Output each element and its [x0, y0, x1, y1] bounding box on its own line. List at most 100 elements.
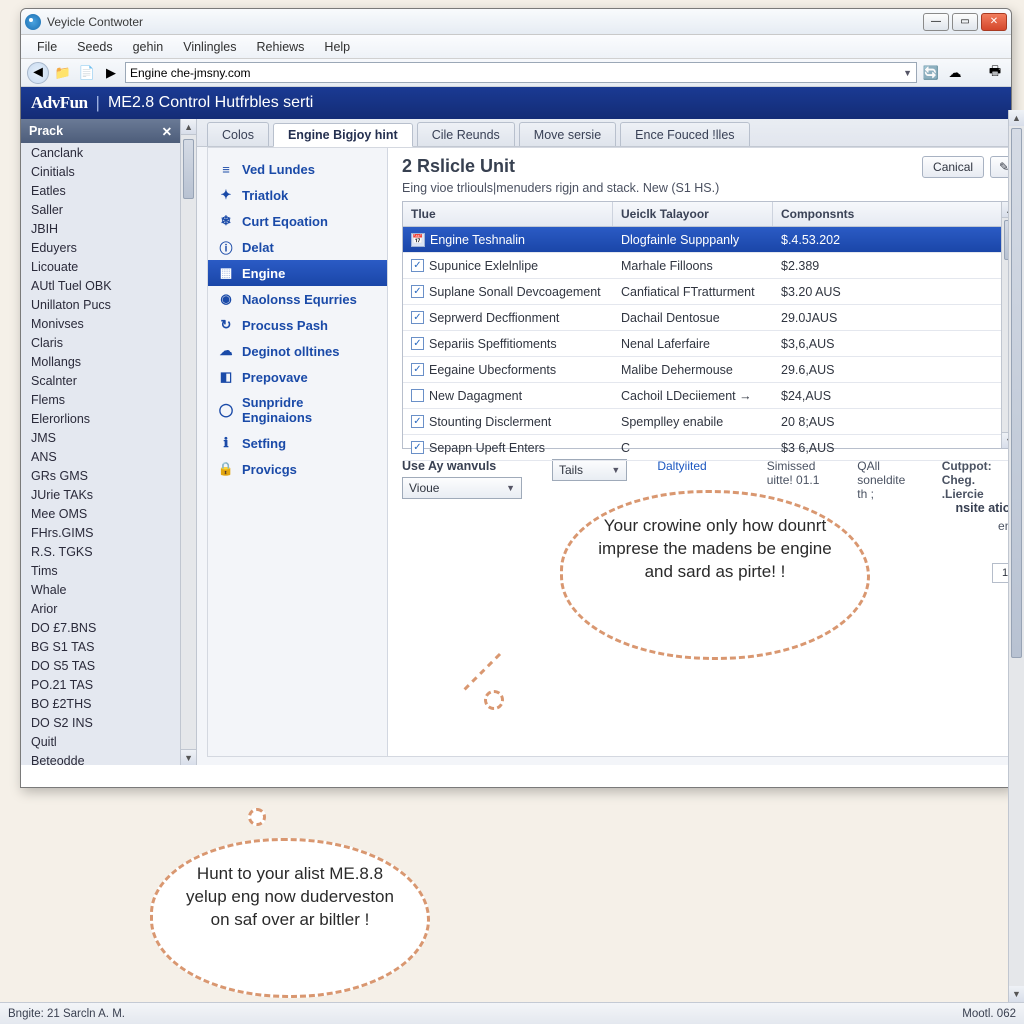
tab-cile[interactable]: Cile Reunds [417, 122, 515, 146]
table-row[interactable]: New DagagmentCachoil LDeciiement →$24,AU… [403, 383, 1017, 409]
doc-icon[interactable]: 📄 [77, 63, 97, 83]
menu-gehin[interactable]: gehin [123, 37, 174, 57]
table-row[interactable]: ✓Supunice ExlelnlipeMarhale Filloons$2.3… [403, 253, 1017, 279]
table-row[interactable]: ✓Stounting DisclermentSpemplley enabile2… [403, 409, 1017, 435]
col-comp[interactable]: Componsnts [773, 202, 1017, 226]
nav-item[interactable]: ANS [21, 447, 180, 466]
menu-rehiews[interactable]: Rehiews [246, 37, 314, 57]
nav-item[interactable]: JMS [21, 428, 180, 447]
checkbox[interactable]: ✓ [411, 441, 424, 454]
nav-item[interactable]: Cinitials [21, 162, 180, 181]
scroll-thumb[interactable] [1011, 128, 1022, 658]
scroll-down-icon[interactable]: ▼ [1009, 986, 1024, 1002]
checkbox[interactable]: ✓ [411, 311, 424, 324]
subnav-item[interactable]: ⓘDelat [208, 234, 387, 260]
table-row[interactable]: ✓Eegaine UbecformentsMalibe Dehermouse29… [403, 357, 1017, 383]
nav-item[interactable]: Elerorlions [21, 409, 180, 428]
nav-item[interactable]: DO £7.BNS [21, 618, 180, 637]
checkbox[interactable] [411, 389, 424, 402]
tab-engine[interactable]: Engine Bigjoy hint [273, 123, 413, 147]
checkbox[interactable]: ✓ [411, 337, 424, 350]
scroll-up-icon[interactable]: ▲ [1009, 110, 1024, 126]
subnav-item[interactable]: ◉Naolonss Equrries [208, 286, 387, 312]
address-bar[interactable]: ▼ [125, 62, 917, 83]
subnav-item[interactable]: ↻Procuss Pash [208, 312, 387, 338]
close-button[interactable]: ✕ [981, 13, 1007, 31]
subnav-item[interactable]: ▦Engine [208, 260, 387, 286]
refresh-icon[interactable]: 🔄 [921, 63, 941, 83]
tails-combo[interactable]: Tails ▼ [552, 459, 627, 481]
subnav-item[interactable]: ℹSetfing [208, 430, 387, 456]
nav-item[interactable]: Whale [21, 580, 180, 599]
content-scrollbar[interactable]: ▲ ▼ [1008, 110, 1024, 1002]
subnav-item[interactable]: ≡Ved Lundes [208, 156, 387, 182]
nav-item[interactable]: Licouate [21, 257, 180, 276]
nav-item[interactable]: AUtl Tuel OBK [21, 276, 180, 295]
nav-item[interactable]: Tims [21, 561, 180, 580]
checkbox[interactable]: ✓ [411, 415, 424, 428]
nav-item[interactable]: Flems [21, 390, 180, 409]
scroll-thumb[interactable] [183, 139, 194, 199]
subnav-item[interactable]: ✦Triatlok [208, 182, 387, 208]
menu-help[interactable]: Help [314, 37, 360, 57]
play-icon[interactable]: ▶ [101, 63, 121, 83]
menu-file[interactable]: File [27, 37, 67, 57]
view-combo[interactable]: Vioue ▼ [402, 477, 522, 499]
nav-item[interactable]: DO S5 TAS [21, 656, 180, 675]
col-tlue[interactable]: Tlue [403, 202, 613, 226]
nav-item[interactable]: Saller [21, 200, 180, 219]
table-row[interactable]: ✓Seprwerd DecffionmentDachail Dentosue29… [403, 305, 1017, 331]
cancel-button[interactable]: Canical [922, 156, 984, 178]
table-row[interactable]: ✓Separiis SpeffitiomentsNenal Laferfaire… [403, 331, 1017, 357]
checkbox[interactable]: ✓ [411, 363, 424, 376]
nav-item[interactable]: DO S2 INS [21, 713, 180, 732]
subnav-item[interactable]: ◯Sunpridre Enginaions [208, 390, 387, 430]
folder-icon[interactable]: 📁 [53, 63, 73, 83]
menu-seeds[interactable]: Seeds [67, 37, 122, 57]
nav-item[interactable]: Mee OMS [21, 504, 180, 523]
table-row[interactable]: 📅Engine TeshnalinDlogfainle Supppanly$.4… [403, 227, 1017, 253]
nav-item[interactable]: PO.21 TAS [21, 675, 180, 694]
nav-item[interactable]: Arior [21, 599, 180, 618]
table-row[interactable]: ✓Suplane Sonall DevcoagementCanfiatical … [403, 279, 1017, 305]
tab-ence[interactable]: Ence Fouced !lles [620, 122, 749, 146]
minimize-button[interactable]: — [923, 13, 949, 31]
subnav-item[interactable]: ◧Prepovave [208, 364, 387, 390]
col-ueick[interactable]: Ueiclk Talayoor [613, 202, 773, 226]
nav-item[interactable]: FHrs.GIMS [21, 523, 180, 542]
checkbox[interactable]: ✓ [411, 259, 424, 272]
nav-item[interactable]: JUrie TAKs [21, 485, 180, 504]
nav-item[interactable]: R.S. TGKS [21, 542, 180, 561]
nav-scrollbar[interactable]: ▲ ▼ [180, 119, 196, 765]
nav-item[interactable]: Canclank [21, 143, 180, 162]
subnav-item[interactable]: 🔒Provicgs [208, 456, 387, 482]
nav-item[interactable]: Scalnter [21, 371, 180, 390]
nav-item[interactable]: GRs GMS [21, 466, 180, 485]
dropdown-icon[interactable]: ▼ [903, 68, 912, 78]
nav-item[interactable]: BO £2THS [21, 694, 180, 713]
nav-item[interactable]: BG S1 TAS [21, 637, 180, 656]
tab-move[interactable]: Move sersie [519, 122, 616, 146]
nav-item[interactable]: Beteodde [21, 751, 180, 765]
tab-colos[interactable]: Colos [207, 122, 269, 146]
nav-item[interactable]: Mollangs [21, 352, 180, 371]
back-button[interactable]: ◄ [27, 62, 49, 84]
table-row[interactable]: ✓Sepapn Upeft EntersC$3 6,AUS [403, 435, 1017, 461]
cloud-icon[interactable]: ☁ [945, 63, 965, 83]
subnav-item[interactable]: ❄Curt Eqoation [208, 208, 387, 234]
nav-item[interactable]: Eatles [21, 181, 180, 200]
nav-item[interactable]: JBIH [21, 219, 180, 238]
nav-item[interactable]: Monivses [21, 314, 180, 333]
nav-item[interactable]: Unillaton Pucs [21, 295, 180, 314]
nav-item[interactable]: Eduyers [21, 238, 180, 257]
scroll-down-icon[interactable]: ▼ [181, 749, 196, 765]
menu-vinlingles[interactable]: Vinlingles [173, 37, 246, 57]
nav-panel-close[interactable]: ✕ [162, 124, 172, 139]
address-input[interactable] [130, 66, 903, 80]
checkbox[interactable]: ✓ [411, 285, 424, 298]
nav-item[interactable]: Claris [21, 333, 180, 352]
scroll-up-icon[interactable]: ▲ [181, 119, 196, 135]
maximize-button[interactable]: ▭ [952, 13, 978, 31]
nav-item[interactable]: Quitl [21, 732, 180, 751]
print-icon[interactable]: 🖶 [985, 63, 1005, 83]
